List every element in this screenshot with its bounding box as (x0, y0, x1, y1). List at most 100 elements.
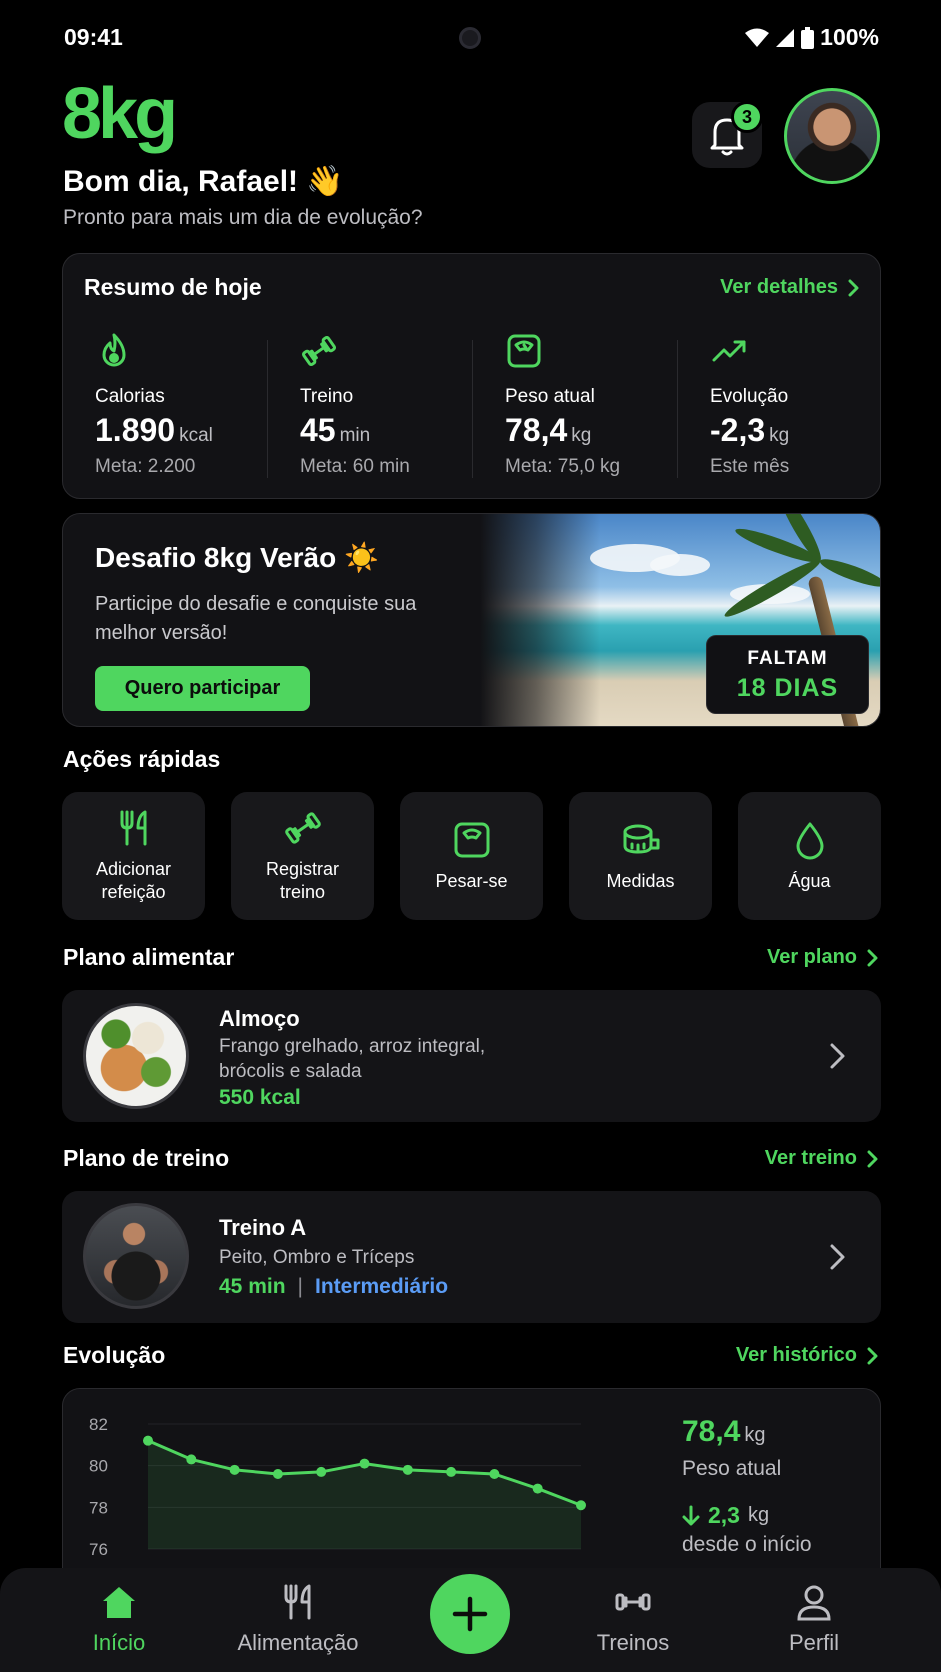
status-icons: 100% (745, 24, 879, 51)
nav-label: Início (92, 1630, 146, 1655)
wifi-icon (745, 28, 770, 47)
meal-name: Almoço (219, 1006, 300, 1031)
challenge-description: Participe do desafie e conquiste sua mel… (95, 593, 417, 644)
chevron-right-icon (830, 1244, 845, 1270)
workout-level: Intermediário (315, 1275, 449, 1298)
meta-separator: | (297, 1275, 303, 1298)
series-area (148, 1440, 581, 1549)
data-point (532, 1483, 543, 1494)
avatar[interactable] (784, 88, 880, 184)
notification-badge: 3 (731, 101, 763, 133)
stat-goal: Meta: 2.200 (95, 456, 196, 477)
workout-image (83, 1203, 189, 1309)
see-details-label: Ver detalhes (720, 276, 838, 298)
workout-name: Treino A (219, 1215, 307, 1240)
dumbbell-icon (615, 1593, 651, 1611)
today-summary-card: Resumo de hoje Ver detalhes Calorias 1.8… (62, 253, 881, 499)
quick-action-label: Registrar treino (265, 859, 340, 902)
utensils-icon (120, 810, 146, 846)
tape-measure-icon (623, 824, 659, 853)
meal-description: Frango grelhado, arroz integral, brócoli… (219, 1036, 486, 1082)
meal-card[interactable]: Almoço Frango grelhado, arroz integral, … (62, 990, 881, 1122)
trend-up-icon (712, 340, 746, 362)
summary-title: Resumo de hoje (84, 274, 262, 300)
battery-icon (801, 26, 815, 49)
data-point (316, 1466, 327, 1477)
nav-profile[interactable]: Perfil (739, 1582, 889, 1656)
countdown-value: 18 DIAS (736, 674, 839, 702)
quick-action-label: Pesar-se (435, 870, 508, 891)
camera-cutout (459, 27, 481, 49)
data-point (229, 1464, 240, 1475)
stat-calories: Calorias 1.890 kcal Meta: 2.200 (63, 332, 268, 482)
current-weight: 78,4 kg (682, 1415, 766, 1448)
see-workout-link[interactable]: Ver treino (765, 1147, 879, 1170)
y-tick-label: 82 (89, 1415, 108, 1434)
stat-goal: Meta: 75,0 kg (505, 456, 621, 477)
stat-weight: Peso atual 78,4 kg Meta: 75,0 kg (473, 332, 678, 482)
see-plan-link[interactable]: Ver plano (767, 946, 879, 969)
see-history-link[interactable]: Ver histórico (736, 1344, 879, 1367)
meal-calories: 550 kcal (219, 1086, 301, 1109)
see-plan-label: Ver plano (766, 946, 857, 968)
data-point (402, 1464, 413, 1475)
quick-action-log-workout[interactable]: Registrar treino (231, 792, 374, 920)
quick-action-add-meal[interactable]: Adicionar refeição (62, 792, 205, 920)
nav-nutrition[interactable]: Alimentação (223, 1582, 373, 1656)
stat-label: Peso atual (505, 386, 595, 407)
see-details-link[interactable]: Ver detalhes (720, 276, 860, 299)
stat-goal: Meta: 60 min (300, 456, 410, 477)
join-challenge-button[interactable]: Quero participar (95, 666, 310, 711)
see-history-label: Ver histórico (735, 1344, 857, 1366)
data-point (576, 1500, 586, 1511)
workout-plan-title: Plano de treino (63, 1145, 230, 1171)
chevron-right-icon (848, 279, 859, 296)
challenge-banner[interactable]: Desafio 8kg Verão ☀️ Participe do desafi… (62, 513, 881, 727)
stat-value: 1.890 kcal (95, 412, 213, 448)
data-point (446, 1466, 457, 1477)
quick-action-label: Água (788, 870, 831, 891)
data-point (272, 1469, 283, 1479)
stat-value: 78,4 kg (505, 412, 592, 448)
chevron-right-icon (867, 1150, 878, 1167)
plus-icon (452, 1596, 488, 1632)
workout-duration: 45 min (219, 1275, 286, 1298)
nav-workouts[interactable]: Treinos (558, 1582, 708, 1656)
see-workout-label: Ver treino (764, 1147, 857, 1169)
home-icon (103, 1587, 135, 1618)
chevron-right-icon (830, 1043, 845, 1069)
nav-label: Perfil (788, 1630, 840, 1655)
nav-home[interactable]: Início (44, 1582, 194, 1656)
quick-action-weigh-in[interactable]: Pesar-se (400, 792, 543, 920)
weight-change-label: desde o início (682, 1533, 812, 1556)
data-point (359, 1458, 370, 1469)
signal-icon (776, 28, 795, 47)
chevron-right-icon (867, 1347, 878, 1364)
add-button[interactable] (430, 1574, 510, 1654)
arrow-down-icon (682, 1505, 700, 1525)
workout-meta: 45 min | Intermediário (219, 1275, 448, 1299)
flame-icon (102, 333, 126, 367)
y-tick-label: 80 (89, 1457, 108, 1476)
stat-period: Este mês (710, 456, 790, 477)
water-drop-icon (796, 822, 823, 859)
workout-muscles: Peito, Ombro e Tríceps (219, 1247, 415, 1268)
quick-action-water[interactable]: Água (738, 792, 881, 920)
stat-evolution: Evolução -2,3 kg Este mês (678, 332, 883, 482)
workout-card[interactable]: Treino A Peito, Ombro e Tríceps 45 min |… (62, 1191, 881, 1323)
evolution-title: Evolução (63, 1342, 166, 1368)
utensils-icon (284, 1584, 311, 1620)
status-time: 09:41 (64, 24, 123, 50)
chevron-right-icon (867, 949, 878, 966)
stat-value: -2,3 kg (710, 412, 790, 448)
current-weight-label: Peso atual (682, 1457, 782, 1480)
dumbbell-icon (301, 335, 337, 367)
y-tick-label: 78 (89, 1498, 108, 1517)
user-icon (797, 1585, 831, 1621)
greeting: Bom dia, Rafael! 👋 (63, 165, 344, 198)
stat-label: Treino (300, 386, 354, 407)
quick-actions-title: Ações rápidas (63, 746, 221, 772)
stat-label: Calorias (95, 386, 165, 407)
quick-action-measurements[interactable]: Medidas (569, 792, 712, 920)
countdown-label: FALTAM (747, 648, 828, 669)
